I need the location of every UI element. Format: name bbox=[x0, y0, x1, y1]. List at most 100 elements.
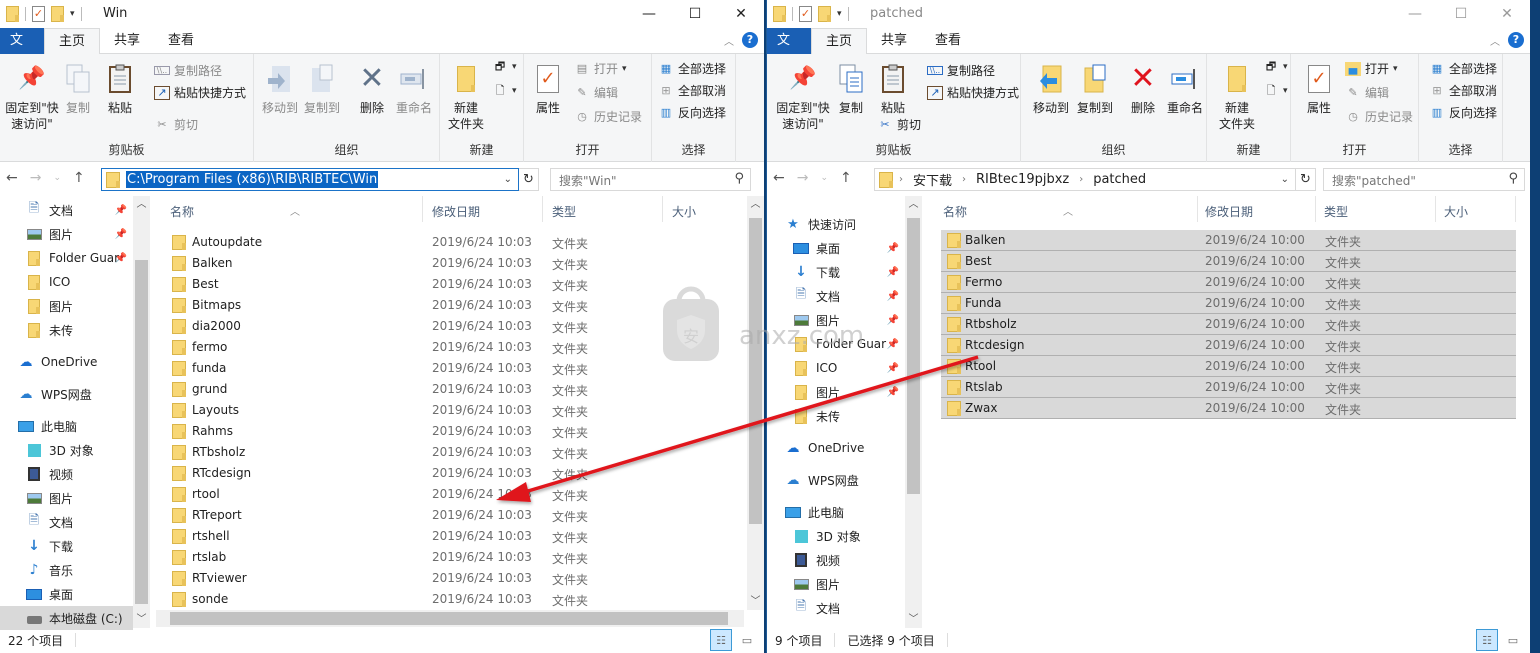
select-all-button[interactable]: ▦ 全部选择 bbox=[658, 60, 726, 77]
paste-shortcut-button[interactable]: ↗ 粘贴快捷方式 bbox=[154, 84, 246, 101]
file-row[interactable]: rtool 2019/6/24 10:03 文件夹 bbox=[156, 484, 744, 505]
search-input[interactable]: 搜索"Win" ⚲ bbox=[550, 168, 751, 191]
pin-icon[interactable]: 📌 bbox=[887, 291, 899, 302]
collapse-ribbon-icon[interactable]: ︿ bbox=[1490, 33, 1500, 48]
pin-icon[interactable]: 📌 bbox=[887, 387, 899, 398]
open-button[interactable]: ▤ 打开 ▾ bbox=[574, 60, 627, 77]
tab-share[interactable]: 共享 bbox=[867, 28, 921, 54]
column-header-size[interactable]: 大小 bbox=[672, 203, 696, 220]
paste-button[interactable]: 粘贴 bbox=[102, 62, 138, 116]
select-none-button[interactable]: ⊞ 全部取消 bbox=[658, 82, 726, 99]
invert-selection-button[interactable]: ▥ 反向选择 bbox=[1429, 104, 1497, 121]
nav-item[interactable]: ★ 快速访问 bbox=[767, 212, 905, 236]
pin-icon[interactable]: 📌 bbox=[887, 339, 899, 350]
properties-qat-icon[interactable]: ✓ bbox=[799, 6, 812, 22]
help-icon[interactable]: ? bbox=[1508, 32, 1524, 48]
cut-button[interactable]: ✂ 剪切 bbox=[877, 116, 921, 133]
breadcrumb-item[interactable]: patched bbox=[1093, 172, 1146, 187]
nav-item[interactable]: 3D 对象 bbox=[767, 524, 905, 548]
copy-button[interactable]: 复制 bbox=[62, 62, 94, 116]
file-row[interactable]: Rtslab 2019/6/24 10:00 文件夹 bbox=[941, 377, 1516, 398]
pin-icon[interactable]: 📌 bbox=[887, 363, 899, 374]
nav-item[interactable]: 桌面 📌 bbox=[767, 236, 905, 260]
delete-button[interactable]: ✕ 删除 bbox=[1125, 62, 1161, 116]
nav-item[interactable]: 未传 bbox=[0, 318, 133, 342]
up-arrow-icon[interactable]: ↑ bbox=[73, 170, 85, 186]
copy-button[interactable]: 复制 bbox=[835, 62, 867, 116]
history-button[interactable]: ◷ 历史记录 bbox=[1345, 108, 1413, 125]
nav-item[interactable]: 🗎 文档 📌 bbox=[0, 198, 133, 222]
move-to-button[interactable]: 移动到 bbox=[1031, 62, 1071, 116]
column-header-type[interactable]: 类型 bbox=[1324, 203, 1348, 220]
file-list-horizontal-scrollbar[interactable] bbox=[156, 610, 744, 627]
address-path-text[interactable]: C:\Program Files (x86)\RIB\RIBTEC\Win bbox=[126, 171, 379, 188]
rename-button[interactable]: 重命名 bbox=[392, 62, 436, 116]
copy-to-button[interactable]: 复制到 bbox=[1075, 62, 1115, 116]
maximize-button[interactable]: ☐ bbox=[672, 0, 718, 28]
file-row[interactable]: rtslab 2019/6/24 10:03 文件夹 bbox=[156, 547, 744, 568]
select-none-button[interactable]: ⊞ 全部取消 bbox=[1429, 82, 1497, 99]
refresh-button[interactable]: ↻ bbox=[519, 168, 539, 191]
new-folder-qat-icon[interactable] bbox=[51, 6, 64, 22]
nav-item[interactable]: 图片 bbox=[767, 572, 905, 596]
file-list-vertical-scrollbar[interactable]: ︿ ﹀ bbox=[747, 196, 764, 610]
file-row[interactable]: Rahms 2019/6/24 10:03 文件夹 bbox=[156, 421, 744, 442]
edit-button[interactable]: ✎ 编辑 bbox=[574, 84, 618, 101]
file-row[interactable]: Fermo 2019/6/24 10:00 文件夹 bbox=[941, 272, 1516, 293]
new-item-dropdown[interactable]: 🗗 ▾ bbox=[492, 60, 517, 74]
breadcrumb-item[interactable]: 安下载 bbox=[913, 170, 952, 189]
nav-item[interactable]: Folder Guar 📌 bbox=[0, 246, 133, 270]
address-history-dropdown[interactable]: ⌄ bbox=[1281, 174, 1289, 185]
nav-item[interactable]: ICO 📌 bbox=[767, 356, 905, 380]
file-row[interactable]: Balken 2019/6/24 10:03 文件夹 bbox=[156, 253, 744, 274]
invert-selection-button[interactable]: ▥ 反向选择 bbox=[658, 104, 726, 121]
tab-view[interactable]: 查看 bbox=[154, 28, 208, 54]
file-row[interactable]: funda 2019/6/24 10:03 文件夹 bbox=[156, 358, 744, 379]
help-icon[interactable]: ? bbox=[742, 32, 758, 48]
properties-button[interactable]: ✓ 属性 bbox=[530, 62, 566, 116]
file-row[interactable]: sonde 2019/6/24 10:03 文件夹 bbox=[156, 589, 744, 610]
file-row[interactable]: Zwax 2019/6/24 10:00 文件夹 bbox=[941, 398, 1516, 419]
nav-pane-scrollbar[interactable]: ︿ ﹀ bbox=[905, 196, 922, 628]
close-button[interactable]: ✕ bbox=[718, 0, 764, 28]
file-row[interactable]: RTcdesign 2019/6/24 10:03 文件夹 bbox=[156, 463, 744, 484]
column-header-date[interactable]: 修改日期 bbox=[1205, 203, 1253, 220]
edit-button[interactable]: ✎ 编辑 bbox=[1345, 84, 1389, 101]
file-row[interactable]: Rtbsholz 2019/6/24 10:00 文件夹 bbox=[941, 314, 1516, 335]
nav-item[interactable]: ICO bbox=[0, 270, 133, 294]
nav-item[interactable]: 图片 bbox=[0, 486, 133, 510]
move-to-button[interactable]: 移动到 bbox=[260, 62, 300, 116]
file-row[interactable]: rtshell 2019/6/24 10:03 文件夹 bbox=[156, 526, 744, 547]
nav-item[interactable]: ☁ OneDrive bbox=[767, 436, 905, 460]
customize-qat-dropdown[interactable]: ▾ bbox=[837, 9, 842, 19]
paste-shortcut-button[interactable]: ↗ 粘贴快捷方式 bbox=[927, 84, 1019, 101]
file-row[interactable]: fermo 2019/6/24 10:03 文件夹 bbox=[156, 337, 744, 358]
collapse-ribbon-icon[interactable]: ︿ bbox=[724, 33, 734, 48]
tab-view[interactable]: 查看 bbox=[921, 28, 975, 54]
address-input[interactable]: C:\Program Files (x86)\RIB\RIBTEC\Win ⌄ bbox=[101, 168, 519, 191]
nav-item[interactable]: 🗎 文档 bbox=[0, 510, 133, 534]
properties-qat-icon[interactable]: ✓ bbox=[32, 6, 45, 22]
breadcrumb-item[interactable]: RIBtec19pjbxz bbox=[976, 172, 1069, 187]
file-row[interactable]: Layouts 2019/6/24 10:03 文件夹 bbox=[156, 400, 744, 421]
select-all-button[interactable]: ▦ 全部选择 bbox=[1429, 60, 1497, 77]
tab-file[interactable]: 文件 bbox=[0, 28, 44, 74]
nav-item[interactable]: 视频 bbox=[767, 548, 905, 572]
maximize-button[interactable]: ☐ bbox=[1438, 0, 1484, 28]
pin-icon[interactable]: 📌 bbox=[115, 205, 127, 216]
minimize-button[interactable]: — bbox=[626, 0, 672, 28]
new-folder-button[interactable]: 新建 文件夹 bbox=[446, 62, 486, 132]
pin-icon[interactable]: 📌 bbox=[887, 243, 899, 254]
new-folder-button[interactable]: 新建 文件夹 bbox=[1217, 62, 1257, 132]
nav-item[interactable]: ☁ WPS网盘 bbox=[767, 468, 905, 492]
file-row[interactable]: Balken 2019/6/24 10:00 文件夹 bbox=[941, 230, 1516, 251]
nav-item[interactable]: 此电脑 bbox=[767, 500, 905, 524]
column-header-type[interactable]: 类型 bbox=[552, 203, 576, 220]
properties-button[interactable]: ✓ 属性 bbox=[1301, 62, 1337, 116]
history-button[interactable]: ◷ 历史记录 bbox=[574, 108, 642, 125]
close-button[interactable]: ✕ bbox=[1484, 0, 1530, 28]
easy-access-dropdown[interactable]: 🗋 ▾ bbox=[492, 84, 517, 98]
file-row[interactable]: grund 2019/6/24 10:03 文件夹 bbox=[156, 379, 744, 400]
back-arrow-icon[interactable]: ← bbox=[773, 170, 785, 186]
customize-qat-dropdown[interactable]: ▾ bbox=[70, 9, 75, 19]
